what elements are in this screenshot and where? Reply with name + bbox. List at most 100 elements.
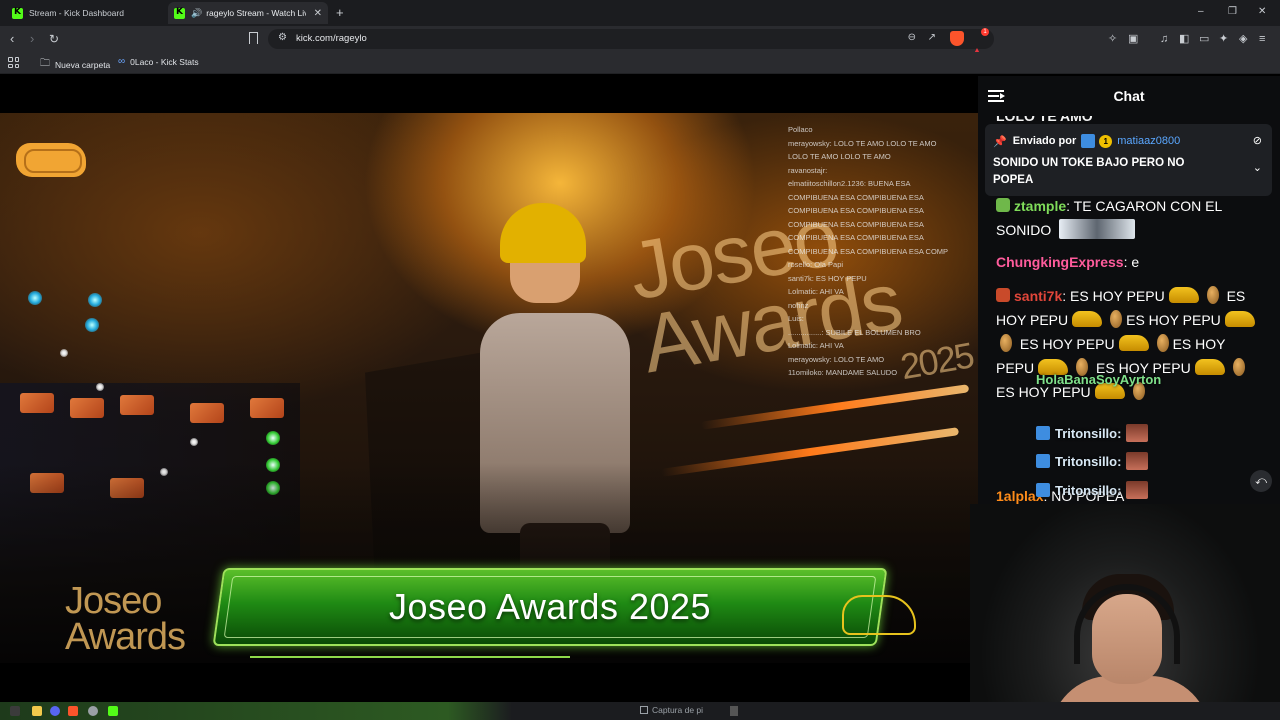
chat-messages[interactable]: LOLO TE AMO 📌 Enviado por 1 matiaaz0800 … xyxy=(978,100,1280,506)
share-icon[interactable]: ↗ xyxy=(928,32,936,43)
subscriber-badge-icon xyxy=(1036,426,1050,440)
corner-awards-logo: Joseo Awards 2025 xyxy=(65,580,198,663)
chat-spam-text: ES HOY PEPU xyxy=(1019,336,1115,352)
webcam-feed xyxy=(970,504,1280,702)
taskbar-snip-item[interactable]: Captura de pi xyxy=(640,705,703,715)
restore-icon[interactable]: ❐ xyxy=(1228,6,1237,17)
apps-grid-icon[interactable] xyxy=(8,57,19,68)
vpn-icon[interactable]: ◈ xyxy=(1239,32,1247,46)
reload-icon[interactable]: ↻ xyxy=(49,31,59,47)
pinned-username[interactable]: matiaaz0800 xyxy=(1117,135,1180,147)
overlay-chat-line: merayowsky: LOLO TE AMO xyxy=(788,354,885,364)
snack-bag xyxy=(20,393,54,413)
tab-close-icon[interactable]: ✕ xyxy=(314,8,322,19)
overlay-chat-line: elmatiitoschillon2.1236: BUENA ESA xyxy=(788,179,911,188)
gift-badge-icon: 1 xyxy=(1099,134,1113,148)
croc-emote-icon xyxy=(1224,311,1255,327)
chat-text: : e xyxy=(1123,254,1140,270)
overlay-chat-line: Pollaco xyxy=(788,125,813,134)
snack-bag xyxy=(190,403,224,423)
forward-icon[interactable]: › xyxy=(30,31,34,47)
snip-icon xyxy=(640,706,648,714)
sidebar-icon[interactable]: ◧ xyxy=(1179,32,1189,46)
tab-title: Stream - Kick Dashboard xyxy=(29,8,124,18)
back-icon[interactable]: ‹ xyxy=(10,31,14,47)
taskbar-app-icon[interactable] xyxy=(730,706,738,716)
overlay-chat-line: merayowsky: LOLO TE AMO LOLO TE AMO xyxy=(788,138,937,148)
overlay-chat-line: COMPIBUENA ESA COMPIBUENA ESA xyxy=(788,233,924,242)
taskbar-snip-label: Captura de pi xyxy=(652,705,704,715)
overlay-chat-line: Lolmatic: AHI VA xyxy=(788,341,844,350)
overlay-chat-line: LOLO TE AMO LOLO TE AMO xyxy=(788,152,891,161)
brave-icon[interactable] xyxy=(68,706,78,716)
corner-title-line: Joseo xyxy=(65,580,162,622)
video-player[interactable]: Joseo Awards 2025 Pollaco merayowsky: LO… xyxy=(0,113,978,663)
bookmark-icon[interactable] xyxy=(249,32,258,44)
badge-icon xyxy=(996,288,1010,302)
tab-kick-dashboard[interactable]: Stream - Kick Dashboard xyxy=(6,2,166,24)
bookmark-label: 0Laco - Kick Stats xyxy=(130,56,199,67)
stage-light xyxy=(190,438,198,446)
chat-username[interactable]: ChungkingExpress xyxy=(996,254,1124,270)
corner-year: 2025 xyxy=(175,655,198,663)
url-text[interactable]: kick.com/rageylo xyxy=(296,33,367,44)
leo-ai-icon[interactable]: ✦ xyxy=(1219,32,1228,46)
awards-banner: Joseo Awards 2025 xyxy=(210,568,890,658)
avatar-emote-icon xyxy=(1126,452,1149,470)
chat-username[interactable]: santi7k xyxy=(1014,288,1062,304)
bookmark-nueva-carpeta[interactable]: 🗀 Nueva carpeta xyxy=(40,56,110,73)
bookmark-label: Nueva carpeta xyxy=(55,59,111,70)
speaker-icon[interactable]: 🔊 xyxy=(191,8,202,19)
overlay-chat-line: ................: SUBILE EL BOLUMEN BRO xyxy=(788,327,921,337)
coin-emote-icon xyxy=(1206,286,1219,304)
chat-event-overlay: Tritonsillo: xyxy=(1036,481,1149,499)
new-tab-button[interactable]: + xyxy=(336,5,344,20)
overlay-chat-line: nohnz xyxy=(788,300,809,310)
window-close-icon[interactable]: ✕ xyxy=(1258,6,1266,17)
chat-username[interactable]: ztample xyxy=(1014,198,1066,214)
overlay-chat-line: ravanostajr: xyxy=(788,165,828,175)
start-icon[interactable] xyxy=(10,706,20,716)
coin-emote-icon xyxy=(1000,334,1012,352)
bookmarks-bar: 🗀 Nueva carpeta ∞ 0Laco - Kick Stats xyxy=(0,52,1280,74)
scroll-to-bottom-icon[interactable]: ⤺ xyxy=(1250,470,1272,492)
stage-light xyxy=(266,431,280,445)
minimize-icon[interactable]: – xyxy=(1198,6,1204,17)
screenshot-icon[interactable]: ▣ xyxy=(1128,32,1138,46)
snack-bag xyxy=(250,398,284,418)
stage-light xyxy=(96,383,104,391)
brave-shields-icon[interactable] xyxy=(950,31,964,46)
media-icon[interactable]: ♫ xyxy=(1160,32,1168,46)
badge-icon xyxy=(996,198,1010,212)
zoom-icon[interactable]: ⊖ xyxy=(908,32,916,43)
chat-event-overlay: Tritonsillo: xyxy=(1036,452,1149,470)
kick-taskbar-icon[interactable] xyxy=(108,706,118,716)
croc-emote-icon xyxy=(1118,335,1149,351)
chevron-down-icon[interactable]: ⌄ xyxy=(1253,161,1262,174)
bookmark-olaco-kick-stats[interactable]: ∞ 0Laco - Kick Stats xyxy=(118,56,199,67)
extensions-icon[interactable]: ✧ xyxy=(1108,32,1117,46)
crocodile-logo-icon xyxy=(842,595,916,635)
brave-rewards-icon[interactable]: 1 xyxy=(970,28,989,61)
coin-emote-icon xyxy=(1232,358,1245,376)
hide-pinned-icon[interactable]: ⊘ xyxy=(1253,134,1262,147)
menu-icon[interactable]: ≡ xyxy=(1259,32,1265,46)
settings-icon[interactable] xyxy=(88,706,98,716)
pinned-text: SONIDO UN TOKE BAJO PERO NO POPEA xyxy=(993,157,1185,186)
wallet-icon[interactable]: ▭ xyxy=(1199,32,1209,46)
snack-bag xyxy=(120,395,154,415)
site-info-icon[interactable]: ⚙ xyxy=(278,32,287,43)
subscriber-badge-icon xyxy=(1081,134,1096,148)
tab-rageylo-stream[interactable]: 🔊 rageylo Stream - Watch Live o ✕ xyxy=(168,2,328,24)
pinned-message[interactable]: 📌 Enviado por 1 matiaaz0800 SONIDO UN TO… xyxy=(985,124,1272,196)
chat-event-overlay: HolaBanaSoyAyrton xyxy=(1036,372,1161,387)
discord-icon[interactable] xyxy=(50,706,60,716)
file-explorer-icon[interactable] xyxy=(32,706,42,716)
snack-bag xyxy=(70,398,104,418)
pin-icon: 📌 xyxy=(993,135,1007,148)
video-chat-overlay: Pollaco merayowsky: LOLO TE AMO LOLO TE … xyxy=(788,123,968,380)
address-bar[interactable]: ⚙ kick.com/rageylo ⊖ ↗ 1 xyxy=(268,28,994,61)
chat-title: Chat xyxy=(1113,88,1145,104)
coin-emote-icon xyxy=(1156,334,1169,352)
chat-header: Chat xyxy=(978,76,1280,116)
